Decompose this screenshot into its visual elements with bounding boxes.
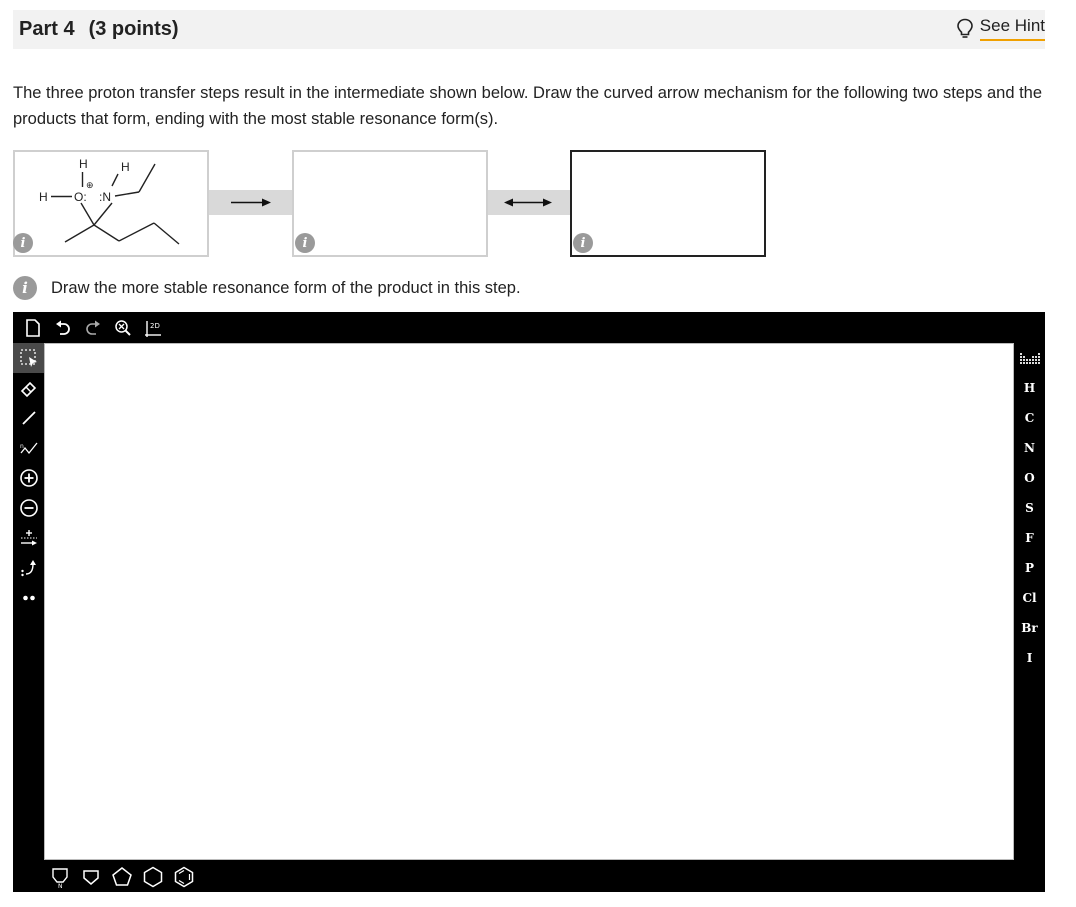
info-icon[interactable]: i <box>13 233 33 253</box>
instruction-text: Draw the more stable resonance form of t… <box>51 278 521 297</box>
plus-circle-icon <box>19 469 38 487</box>
atom-button-s[interactable]: S <box>1014 493 1045 523</box>
atom-nitrogen: :N <box>99 190 111 204</box>
atom-button-cl[interactable]: Cl <box>1014 583 1045 613</box>
redo-button[interactable] <box>79 314 107 342</box>
undo-icon <box>56 320 70 335</box>
shield-shape-template-icon <box>82 869 99 885</box>
new-document-button[interactable] <box>19 314 47 342</box>
resonance-arrow-icon <box>504 198 552 207</box>
svg-text:n: n <box>20 443 24 450</box>
undo-button[interactable] <box>49 314 77 342</box>
pentagon-template-icon <box>111 866 132 886</box>
atom-oxygen: O: <box>74 190 87 204</box>
reaction-arrow-plus-icon <box>20 530 37 546</box>
cyclopentane-template-button[interactable] <box>109 863 134 891</box>
product-structure-box[interactable]: i <box>292 150 488 257</box>
clean-2d-icon: 2D <box>145 320 161 337</box>
benzene-template-button[interactable] <box>171 863 196 891</box>
positive-charge-tool-button[interactable] <box>13 463 44 493</box>
eraser-tool-button[interactable] <box>13 373 44 403</box>
negative-charge-tool-button[interactable] <box>13 493 44 523</box>
curved-arrow-icon <box>20 560 36 577</box>
part-label: Part 4 <box>19 18 75 40</box>
resonance-connector <box>488 190 570 215</box>
zoom-icon <box>115 319 131 336</box>
reaction-arrow-tool-button[interactable] <box>13 523 44 553</box>
editor-bottom-toolbar: N <box>47 861 196 892</box>
atom-button-c[interactable]: C <box>1014 403 1045 433</box>
select-lasso-icon <box>19 349 37 367</box>
curved-arrow-tool-button[interactable] <box>13 553 44 583</box>
chain-icon: n <box>20 442 38 455</box>
svg-text:N: N <box>58 883 63 888</box>
see-hint-label[interactable]: See Hint <box>979 16 1045 41</box>
part-title: Part 4 (3 points) <box>19 18 179 41</box>
single-bond-tool-button[interactable] <box>13 403 44 433</box>
lone-pair-tool-button[interactable] <box>13 583 44 613</box>
atom-button-i[interactable]: I <box>1014 643 1045 673</box>
atom-button-h[interactable]: H <box>1014 373 1045 403</box>
molecule-editor: 2D n H C N O S F P Cl Br I N <box>13 312 1045 892</box>
lone-pair-icon <box>22 595 35 601</box>
pyridine-template-button[interactable]: N <box>47 863 72 891</box>
redo-icon <box>86 320 100 335</box>
atom-button-f[interactable]: F <box>1014 523 1045 553</box>
editor-top-toolbar: 2D <box>13 312 167 343</box>
drawing-instruction: i Draw the more stable resonance form of… <box>13 276 521 300</box>
see-hint-link[interactable]: See Hint <box>956 16 1045 41</box>
periodic-table-icon <box>1019 353 1040 364</box>
hexagon-template-icon <box>143 866 162 887</box>
atom-button-p[interactable]: P <box>1014 553 1045 583</box>
chain-tool-button[interactable]: n <box>13 433 44 463</box>
question-prompt: The three proton transfer steps result i… <box>13 84 1043 128</box>
select-tool-button[interactable] <box>13 343 44 373</box>
intermediate-structure-box: H H H ⊕ O: :N i <box>13 150 209 257</box>
atom-palette: H C N O S F P Cl Br I <box>1014 343 1045 673</box>
intermediate-molecule-drawing: H H H ⊕ O: :N <box>39 157 180 245</box>
reaction-arrow-icon <box>231 198 271 207</box>
single-bond-icon <box>21 411 36 425</box>
cyclohexane-template-button[interactable] <box>140 863 165 891</box>
atom-h-left: H <box>39 190 48 204</box>
pyridine-template-icon: N <box>51 867 68 888</box>
reaction-step-connector <box>209 190 292 215</box>
atom-button-n[interactable]: N <box>1014 433 1045 463</box>
atom-button-br[interactable]: Br <box>1014 613 1045 643</box>
info-icon[interactable]: i <box>13 276 37 300</box>
atom-button-o[interactable]: O <box>1014 463 1045 493</box>
editor-left-toolbar: n <box>13 343 44 613</box>
points-label: (3 points) <box>88 18 179 40</box>
lightbulb-icon <box>956 18 973 38</box>
minus-circle-icon <box>19 499 38 517</box>
new-document-icon <box>26 318 40 337</box>
info-icon[interactable]: i <box>295 233 315 253</box>
cyclopropane-template-button[interactable] <box>78 863 103 891</box>
atom-h-on-n: H <box>121 160 130 174</box>
eraser-icon <box>20 381 36 398</box>
drawing-canvas[interactable] <box>44 343 1014 860</box>
resonance-structure-box[interactable]: i <box>570 150 766 257</box>
clean-2d-button[interactable]: 2D <box>139 314 167 342</box>
svg-text:2D: 2D <box>150 322 160 330</box>
benzene-template-icon <box>174 866 193 887</box>
part-header: Part 4 (3 points) See Hint <box>13 10 1045 49</box>
zoom-button[interactable] <box>109 314 137 342</box>
info-icon[interactable]: i <box>573 233 593 253</box>
positive-charge-mark: ⊕ <box>86 180 94 190</box>
periodic-table-button[interactable] <box>1014 343 1045 373</box>
atom-h-on-o: H <box>79 157 88 171</box>
